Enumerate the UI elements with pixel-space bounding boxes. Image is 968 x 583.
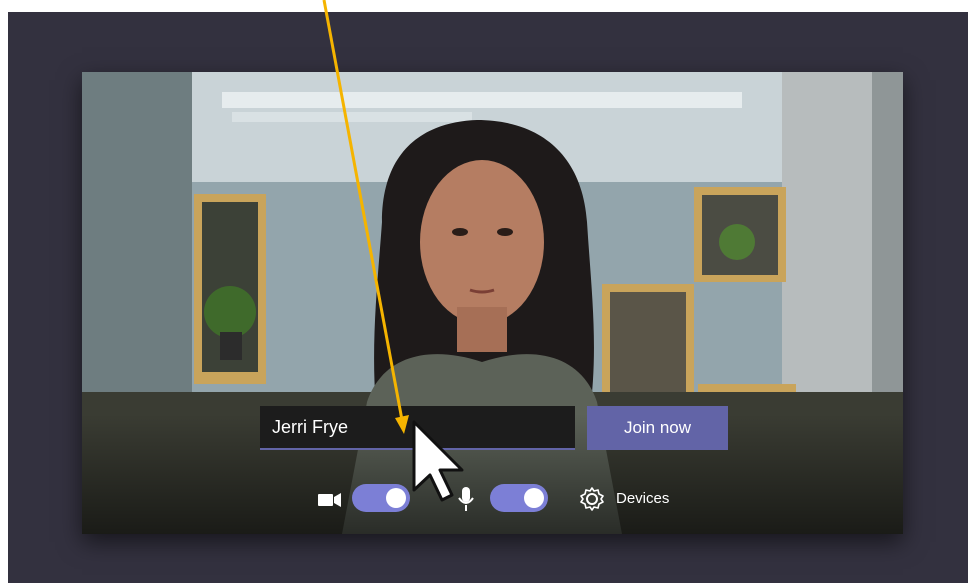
microphone-toggle-knob (524, 488, 544, 508)
camera-toggle-knob (386, 488, 406, 508)
join-now-button[interactable]: Join now (587, 406, 728, 450)
camera-toggle[interactable] (352, 484, 410, 512)
gear-icon (580, 487, 604, 511)
camera-preview (82, 72, 903, 534)
devices-label: Devices (616, 490, 670, 507)
microphone-toggle[interactable] (490, 484, 548, 512)
mouse-pointer-icon (412, 420, 464, 502)
video-camera-icon (318, 493, 341, 507)
